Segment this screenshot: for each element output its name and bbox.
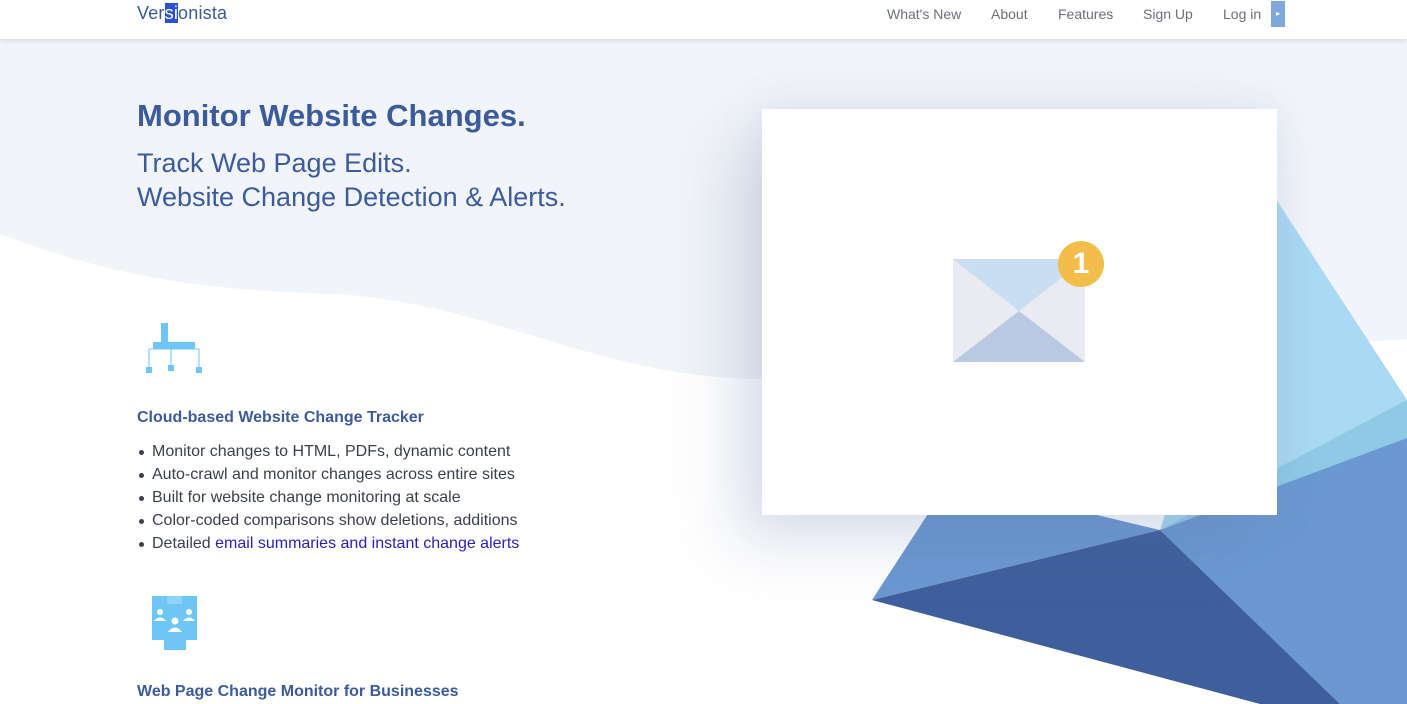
sitemap-icon <box>146 323 202 373</box>
bullet-text: Monitor changes to HTML, PDFs, dynamic c… <box>152 443 511 460</box>
hero-subtitle-line-2: Website Change Detection & Alerts. <box>137 182 566 212</box>
top-navbar: Versionista What's New About Features Si… <box>0 0 1407 39</box>
bullet-text: Detailed <box>152 535 216 552</box>
list-item: Built for website change monitoring at s… <box>137 486 519 509</box>
list-item: Detailed email summaries and instant cha… <box>137 532 519 555</box>
feature-bullet-list: Monitor changes to HTML, PDFs, dynamic c… <box>137 440 519 555</box>
nav-sign-up[interactable]: Sign Up <box>1143 6 1193 22</box>
bullet-text: Built for website change monitoring at s… <box>152 489 461 506</box>
nav-arrow-icon[interactable]: ▸ <box>1271 1 1285 27</box>
feature-title-change-tracker: Cloud-based Website Change Tracker <box>137 409 424 426</box>
email-alerts-link[interactable]: email summaries and instant change alert… <box>215 535 519 552</box>
team-users-icon <box>152 596 197 650</box>
nav-features[interactable]: Features <box>1058 6 1113 22</box>
list-item: Monitor changes to HTML, PDFs, dynamic c… <box>137 440 519 463</box>
nav-log-in[interactable]: Log in <box>1223 6 1261 22</box>
bullet-text: Color-coded comparisons show deletions, … <box>152 512 518 529</box>
hero-title: Monitor Website Changes. <box>137 98 526 133</box>
mail-preview-card: 1 <box>762 109 1277 515</box>
bullet-text: Auto-crawl and monitor changes across en… <box>152 466 515 483</box>
nav-menu: What's New About Features Sign Up Log in <box>0 0 1407 39</box>
nav-whats-new[interactable]: What's New <box>887 6 961 22</box>
list-item: Auto-crawl and monitor changes across en… <box>137 463 519 486</box>
badge-count: 1 <box>1072 247 1090 280</box>
nav-about[interactable]: About <box>991 6 1028 22</box>
hero-subtitle-line-1: Track Web Page Edits. <box>137 148 412 178</box>
list-item: Color-coded comparisons show deletions, … <box>137 509 519 532</box>
notification-badge: 1 <box>1058 241 1104 287</box>
feature-title-business-monitor: Web Page Change Monitor for Businesses <box>137 683 459 700</box>
